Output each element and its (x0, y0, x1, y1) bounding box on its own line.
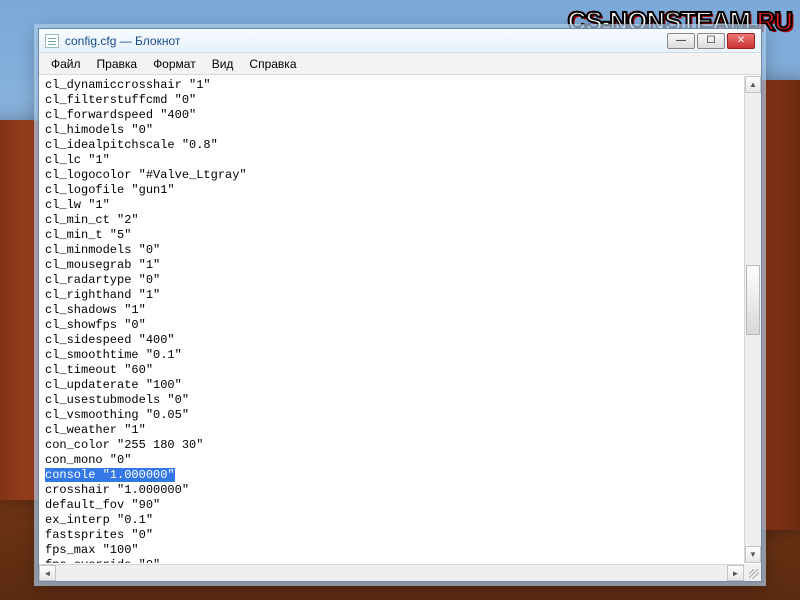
config-line[interactable]: crosshair "1.000000" (45, 483, 189, 497)
config-line[interactable]: fastsprites "0" (45, 528, 153, 542)
config-line[interactable]: cl_lc "1" (45, 153, 110, 167)
menu-view[interactable]: Вид (204, 55, 242, 73)
notepad-window: config.cfg — Блокнот — ☐ ✕ Файл Правка Ф… (38, 28, 762, 582)
config-line[interactable]: cl_vsmoothing "0.05" (45, 408, 189, 422)
scroll-down-button[interactable]: ▼ (745, 546, 761, 563)
menubar: Файл Правка Формат Вид Справка (39, 53, 761, 75)
config-line[interactable]: cl_min_ct "2" (45, 213, 139, 227)
config-line[interactable]: cl_sidespeed "400" (45, 333, 175, 347)
close-button[interactable]: ✕ (727, 33, 755, 49)
scroll-right-button[interactable]: ► (727, 565, 744, 581)
config-line[interactable]: cl_himodels "0" (45, 123, 153, 137)
config-line[interactable]: cl_min_t "5" (45, 228, 131, 242)
config-line[interactable]: cl_logocolor "#Valve_Ltgray" (45, 168, 247, 182)
scroll-up-button[interactable]: ▲ (745, 76, 761, 93)
menu-help[interactable]: Справка (241, 55, 304, 73)
config-line[interactable]: cl_forwardspeed "400" (45, 108, 196, 122)
config-line[interactable]: cl_mousegrab "1" (45, 258, 160, 272)
config-line[interactable]: cl_weather "1" (45, 423, 146, 437)
scroll-left-button[interactable]: ◄ (39, 565, 56, 581)
config-line[interactable]: ex_interp "0.1" (45, 513, 153, 527)
config-line[interactable]: fps_max "100" (45, 543, 139, 557)
horizontal-scroll-track[interactable] (56, 565, 727, 581)
menu-file[interactable]: Файл (43, 55, 89, 73)
config-line[interactable]: cl_updaterate "100" (45, 378, 182, 392)
config-line-selected[interactable]: console "1.000000" (45, 468, 175, 482)
vertical-scroll-thumb[interactable] (746, 265, 760, 335)
vertical-scrollbar[interactable]: ▲ ▼ (744, 76, 761, 563)
window-buttons: — ☐ ✕ (667, 33, 755, 49)
config-line[interactable]: cl_dynamiccrosshair "1" (45, 78, 211, 92)
editor-area: cl_dynamiccrosshair "1" cl_filterstuffcm… (39, 75, 761, 581)
vertical-scroll-track[interactable] (745, 93, 761, 546)
config-line[interactable]: cl_lw "1" (45, 198, 110, 212)
config-line[interactable]: cl_minmodels "0" (45, 243, 160, 257)
resize-grip[interactable] (744, 564, 761, 581)
config-line[interactable]: cl_smoothtime "0.1" (45, 348, 182, 362)
config-line[interactable]: cl_filterstuffcmd "0" (45, 93, 196, 107)
window-title: config.cfg — Блокнот (65, 34, 180, 48)
maximize-button[interactable]: ☐ (697, 33, 725, 49)
config-line[interactable]: cl_radartype "0" (45, 273, 160, 287)
config-line[interactable]: fps_override "0" (45, 558, 160, 563)
text-editor[interactable]: cl_dynamiccrosshair "1" cl_filterstuffcm… (43, 76, 757, 563)
config-line[interactable]: cl_shadows "1" (45, 303, 146, 317)
titlebar[interactable]: config.cfg — Блокнот — ☐ ✕ (39, 29, 761, 53)
config-line[interactable]: cl_righthand "1" (45, 288, 160, 302)
config-line[interactable]: cl_logofile "gun1" (45, 183, 175, 197)
menu-edit[interactable]: Правка (89, 55, 146, 73)
config-line[interactable]: con_color "255 180 30" (45, 438, 203, 452)
config-line[interactable]: con_mono "0" (45, 453, 131, 467)
config-line[interactable]: cl_usestubmodels "0" (45, 393, 189, 407)
horizontal-scrollbar[interactable]: ◄ ► (39, 564, 744, 581)
config-line[interactable]: cl_showfps "0" (45, 318, 146, 332)
config-line[interactable]: cl_idealpitchscale "0.8" (45, 138, 218, 152)
config-line[interactable]: default_fov "90" (45, 498, 160, 512)
menu-format[interactable]: Формат (145, 55, 204, 73)
minimize-button[interactable]: — (667, 33, 695, 49)
config-line[interactable]: cl_timeout "60" (45, 363, 153, 377)
notepad-icon (45, 34, 59, 48)
